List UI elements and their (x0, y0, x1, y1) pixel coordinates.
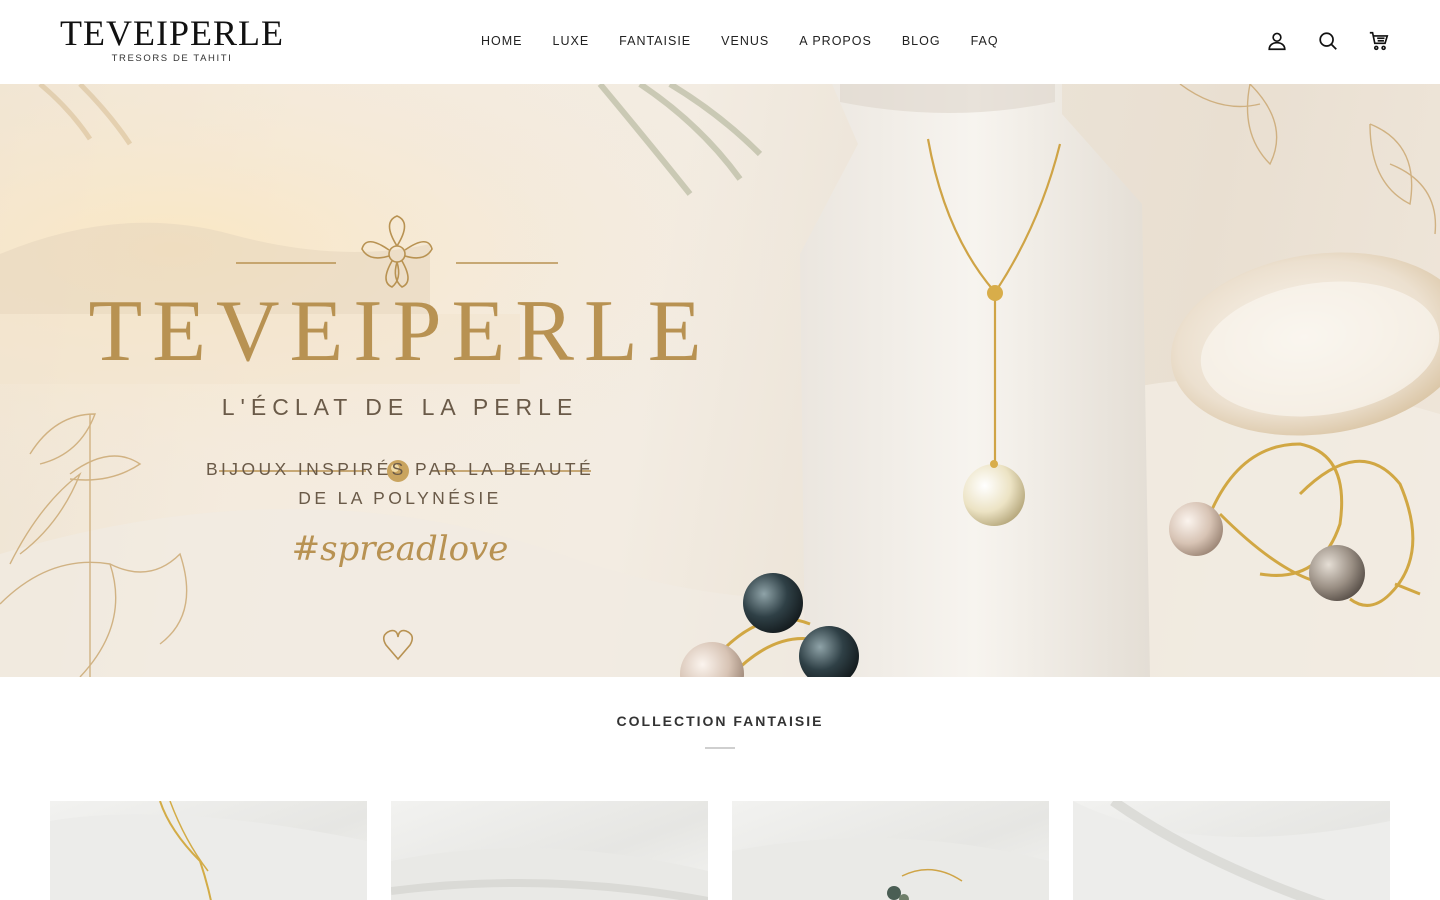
product-card[interactable] (50, 801, 367, 900)
product-image (391, 848, 708, 900)
hero-subtitle-line-1: BIJOUX INSPIRÉS PAR LA BEAUTÉ (205, 459, 595, 479)
product-card[interactable] (1073, 801, 1390, 900)
nav-faq[interactable]: FAQ (956, 32, 1014, 50)
nav-blog[interactable]: BLOG (887, 32, 956, 50)
product-image (50, 801, 367, 900)
product-image (732, 838, 1049, 900)
nav-venus[interactable]: VENUS (706, 32, 784, 50)
hero-text-block: TEVEIPERLE L'ÉCLAT DE LA PERLE BIJOUX IN… (50, 224, 750, 570)
product-card[interactable] (391, 801, 708, 900)
logo-tagline: TRESORS DE TAHITI (111, 53, 233, 64)
logo-wordmark: TEVEIPERLE (60, 13, 284, 53)
hero-tagline: L'ÉCLAT DE LA PERLE (221, 394, 579, 420)
hero-subtitle-line-2: DE LA POLYNÉSIE (298, 488, 502, 508)
site-logo[interactable]: TEVEIPERLE TRESORS DE TAHITI (55, 14, 289, 64)
hero-banner[interactable]: TEVEIPERLE L'ÉCLAT DE LA PERLE BIJOUX IN… (0, 84, 1440, 677)
search-icon[interactable] (1315, 28, 1341, 54)
collection-divider (705, 747, 735, 749)
cart-icon[interactable] (1366, 28, 1392, 54)
product-grid (50, 801, 1390, 900)
hero-brand-title: TEVEIPERLE (88, 283, 712, 380)
nav-a-propos[interactable]: A PROPOS (784, 32, 887, 50)
product-image (1073, 801, 1390, 900)
nav-home[interactable]: HOME (466, 32, 538, 50)
hero-hashtag: #spreadlove (291, 529, 509, 569)
site-header: TEVEIPERLE TRESORS DE TAHITI HOME LUXE F… (0, 0, 1440, 84)
account-icon[interactable] (1264, 28, 1290, 54)
header-icons (1264, 28, 1392, 54)
nav-fantaisie[interactable]: FANTAISIE (604, 32, 706, 50)
main-nav: HOME LUXE FANTAISIE VENUS A PROPOS BLOG … (466, 32, 1014, 50)
product-card[interactable] (732, 801, 1049, 900)
collection-title: COLLECTION FANTAISIE (616, 713, 824, 729)
nav-luxe[interactable]: LUXE (538, 32, 605, 50)
